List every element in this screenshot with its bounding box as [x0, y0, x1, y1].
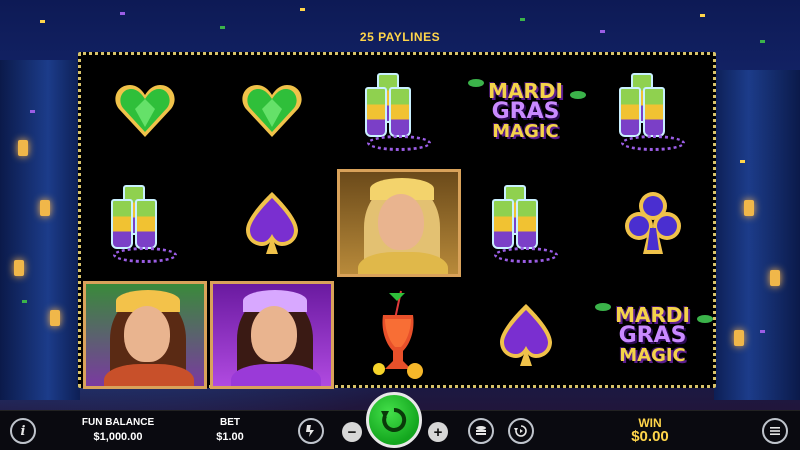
decrease-bet-button[interactable]: − [342, 422, 362, 442]
menu-button[interactable] [762, 418, 788, 444]
game-stage: 25 PAYLINES MARDI GRAS MAGIC MARDI GRAS … [0, 0, 800, 450]
mardi-gras-shots-icon [363, 69, 435, 153]
reel-symbol-club [589, 167, 716, 279]
fun-balance-value: $1,000.00 [93, 431, 143, 443]
hamburger-menu-icon [770, 427, 780, 435]
logo-line-2: GRAS [618, 323, 687, 348]
spin-button[interactable] [366, 392, 422, 448]
turbo-button[interactable] [298, 418, 324, 444]
autoplay-button[interactable] [508, 418, 534, 444]
reel-symbol-logo: MARDI GRAS MAGIC [462, 55, 589, 167]
logo-line-3: MAGIC [619, 345, 686, 366]
reel-symbol-heart-gem [81, 55, 208, 167]
autoplay-icon [514, 425, 527, 437]
masked-queen-portrait [336, 169, 461, 277]
reel-symbol-shots [335, 55, 462, 167]
reel-symbol-purple-showgirl [208, 279, 335, 391]
logo-line-3: MAGIC [492, 121, 559, 142]
reel-symbol-logo: MARDI GRAS MAGIC [589, 279, 716, 391]
logo-line-1: MARDI [488, 79, 563, 103]
info-icon: i [20, 423, 26, 439]
logo-line-2: GRAS [491, 99, 560, 124]
hurricane-cocktail-icon [372, 290, 423, 379]
purple-club-icon [624, 192, 681, 254]
green-heart-gem-icon [114, 85, 175, 137]
reel-symbol-shots [589, 55, 716, 167]
green-heart-gem-icon [241, 85, 302, 137]
reel-symbol-heart-gem [208, 55, 335, 167]
reel-symbol-masked-queen [335, 167, 462, 279]
reel-symbol-spade [208, 167, 335, 279]
reel-symbol-spade [462, 279, 589, 391]
spin-arrow-icon [381, 407, 407, 432]
mardi-gras-magic-logo: MARDI GRAS MAGIC [466, 61, 586, 161]
bet-label: BET [220, 417, 240, 428]
win-value: $0.00 [631, 428, 669, 445]
purple-spade-icon [245, 192, 298, 254]
info-button[interactable]: i [10, 418, 36, 444]
left-building-scenery [0, 60, 80, 400]
purple-spade-icon [499, 304, 552, 366]
logo-line-1: MARDI [615, 303, 690, 327]
mardi-gras-shots-icon [490, 181, 562, 265]
reel-symbol-shots [81, 167, 208, 279]
increase-bet-button[interactable]: + [428, 422, 448, 442]
mardi-gras-shots-icon [109, 181, 181, 265]
paylines-label: 25 PAYLINES [359, 30, 441, 44]
reel-symbol-shots [462, 167, 589, 279]
showgirl-portrait [82, 281, 207, 389]
purple-showgirl-portrait [209, 281, 334, 389]
mardi-gras-shots-icon [617, 69, 689, 153]
reel-board: MARDI GRAS MAGIC MARDI GRAS MAGIC [78, 52, 716, 391]
coin-stack-button[interactable] [468, 418, 494, 444]
mardi-gras-magic-logo: MARDI GRAS MAGIC [593, 285, 713, 385]
fun-balance-label: FUN BALANCE [81, 417, 155, 428]
reel-symbol-cocktail [335, 279, 462, 391]
reel-symbol-showgirl [81, 279, 208, 391]
coin-stack-icon [476, 426, 486, 435]
bet-value: $1.00 [216, 431, 244, 443]
lightning-icon [306, 425, 314, 437]
right-building-scenery [714, 70, 800, 400]
